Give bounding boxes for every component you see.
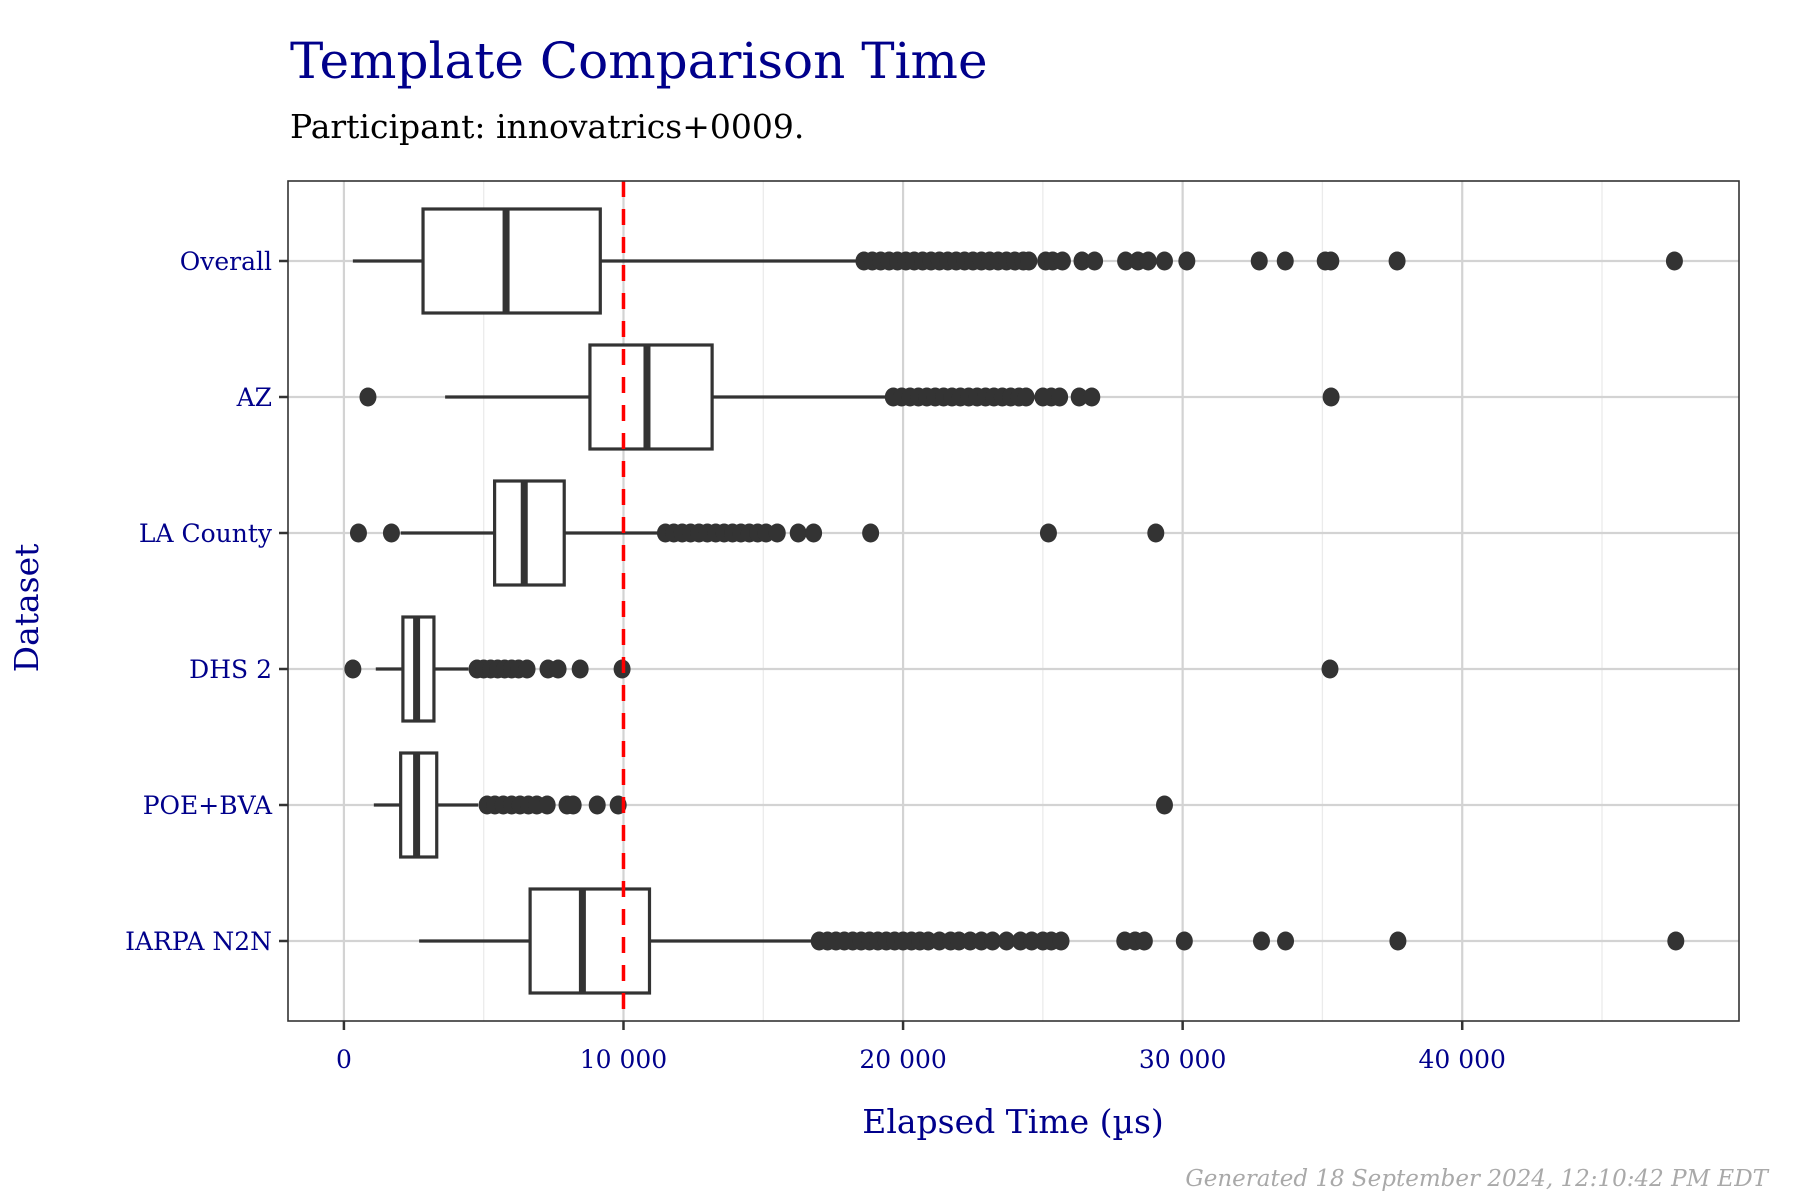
outlier-point xyxy=(538,795,556,815)
outlier-point xyxy=(1020,251,1038,271)
y-tick-label: AZ xyxy=(236,383,272,412)
outlier-point xyxy=(1321,659,1339,679)
box-iqr xyxy=(588,343,714,451)
outlier-point xyxy=(1322,251,1340,271)
y-tick-label: POE+BVA xyxy=(143,791,273,820)
chart-title: Template Comparison Time xyxy=(290,32,988,90)
outlier-point xyxy=(1135,931,1153,951)
outlier-point xyxy=(1155,795,1173,815)
outlier-point xyxy=(382,523,400,543)
y-tick-label: IARPA N2N xyxy=(125,927,272,956)
outlier-point xyxy=(1175,931,1193,951)
outlier-point xyxy=(1083,387,1101,407)
outlier-point xyxy=(1178,251,1196,271)
x-tick-label: 0 xyxy=(336,1045,352,1074)
y-tick-label: Overall xyxy=(180,247,272,276)
outlier-point xyxy=(1039,523,1057,543)
box-iqr xyxy=(493,479,566,587)
outlier-point xyxy=(1017,387,1035,407)
x-tick-label: 10 000 xyxy=(580,1045,667,1074)
plot-panel xyxy=(287,180,1740,1022)
outlier-point xyxy=(349,523,367,543)
y-axis: Overall AZ LA County DHS 2 POE+BVA IARPA N2N xyxy=(125,247,288,956)
outlier-point xyxy=(1086,251,1104,271)
outlier-point xyxy=(805,523,823,543)
boxplot-chart: Template Comparison Time Participant: in… xyxy=(7,32,1770,1192)
y-tick-label: LA County xyxy=(139,519,273,548)
outlier-point xyxy=(1052,931,1070,951)
y-axis-title: Dataset xyxy=(7,544,46,673)
outlier-point xyxy=(1665,251,1683,271)
outlier-point xyxy=(571,659,589,679)
outlier-point xyxy=(564,795,582,815)
x-axis-title: Elapsed Time (µs) xyxy=(862,1102,1164,1141)
chart-subtitle: Participant: innovatrics+0009. xyxy=(290,107,804,146)
outlier-point xyxy=(588,795,606,815)
outlier-point xyxy=(1667,931,1685,951)
x-tick-label: 20 000 xyxy=(859,1045,946,1074)
outlier-point xyxy=(789,523,807,543)
box-iqr xyxy=(421,207,602,315)
outlier-point xyxy=(768,523,786,543)
outlier-point xyxy=(1250,251,1268,271)
outlier-point xyxy=(1322,387,1340,407)
x-tick-label: 40 000 xyxy=(1418,1045,1505,1074)
outlier-point xyxy=(862,523,880,543)
generated-caption: Generated 18 September 2024, 12:10:42 PM… xyxy=(1185,1166,1769,1192)
outlier-point xyxy=(1276,251,1294,271)
outlier-point xyxy=(1155,251,1173,271)
outlier-point xyxy=(1053,251,1071,271)
x-tick-label: 30 000 xyxy=(1139,1045,1226,1074)
outlier-point xyxy=(1277,931,1295,951)
box-iqr xyxy=(528,887,652,995)
outlier-point xyxy=(518,659,536,679)
outlier-point xyxy=(1051,387,1069,407)
y-tick-label: DHS 2 xyxy=(189,655,272,684)
outlier-point xyxy=(549,659,567,679)
outlier-point xyxy=(344,659,362,679)
outlier-point xyxy=(1147,523,1165,543)
outlier-point xyxy=(1388,251,1406,271)
outlier-point xyxy=(1252,931,1270,951)
outlier-point xyxy=(1389,931,1407,951)
outlier-point xyxy=(359,387,377,407)
x-axis: 0 10 000 20 000 30 000 40 000 xyxy=(336,1021,1506,1074)
outlier-point xyxy=(1139,251,1157,271)
